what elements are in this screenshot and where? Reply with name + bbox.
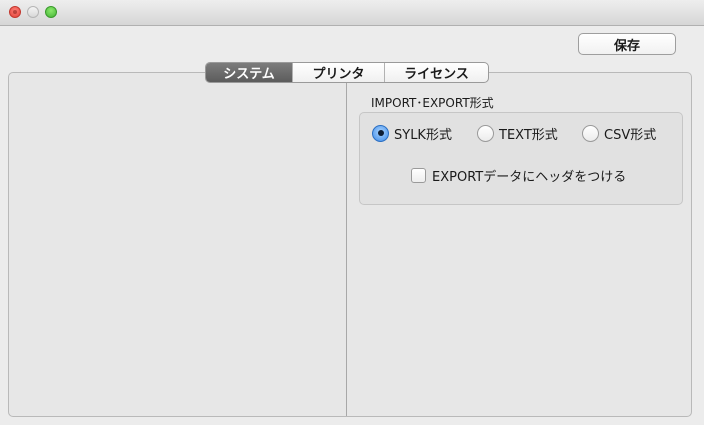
tab-printer[interactable]: プリンタ: [292, 63, 384, 82]
radio-text-label: TEXT形式: [499, 127, 558, 143]
radio-sylk[interactable]: SYLK形式: [372, 124, 452, 143]
radio-csv-label: CSV形式: [604, 127, 657, 143]
tab-bar: システム プリンタ ライセンス: [205, 62, 489, 83]
export-header-checkbox-label: EXPORTデータにヘッダをつける: [432, 169, 627, 185]
minimize-button[interactable]: [27, 6, 39, 18]
close-button[interactable]: [9, 6, 21, 18]
tab-license[interactable]: ライセンス: [384, 63, 488, 82]
radio-unselected-icon[interactable]: [582, 124, 599, 142]
zoom-button[interactable]: [45, 6, 57, 18]
radio-selected-icon[interactable]: [372, 124, 389, 142]
radio-csv[interactable]: CSV形式: [582, 124, 657, 143]
radio-unselected-icon[interactable]: [477, 124, 494, 142]
title-bar: [0, 0, 704, 26]
import-export-format-label: IMPORT･EXPORT形式: [371, 96, 494, 110]
radio-text[interactable]: TEXT形式: [477, 124, 558, 143]
export-header-checkbox-row[interactable]: EXPORTデータにヘッダをつける: [411, 166, 627, 185]
radio-sylk-label: SYLK形式: [394, 127, 452, 143]
tab-system[interactable]: システム: [206, 63, 292, 82]
export-header-checkbox[interactable]: [411, 167, 426, 183]
left-pane: [9, 73, 347, 416]
save-button[interactable]: 保存: [578, 33, 676, 55]
